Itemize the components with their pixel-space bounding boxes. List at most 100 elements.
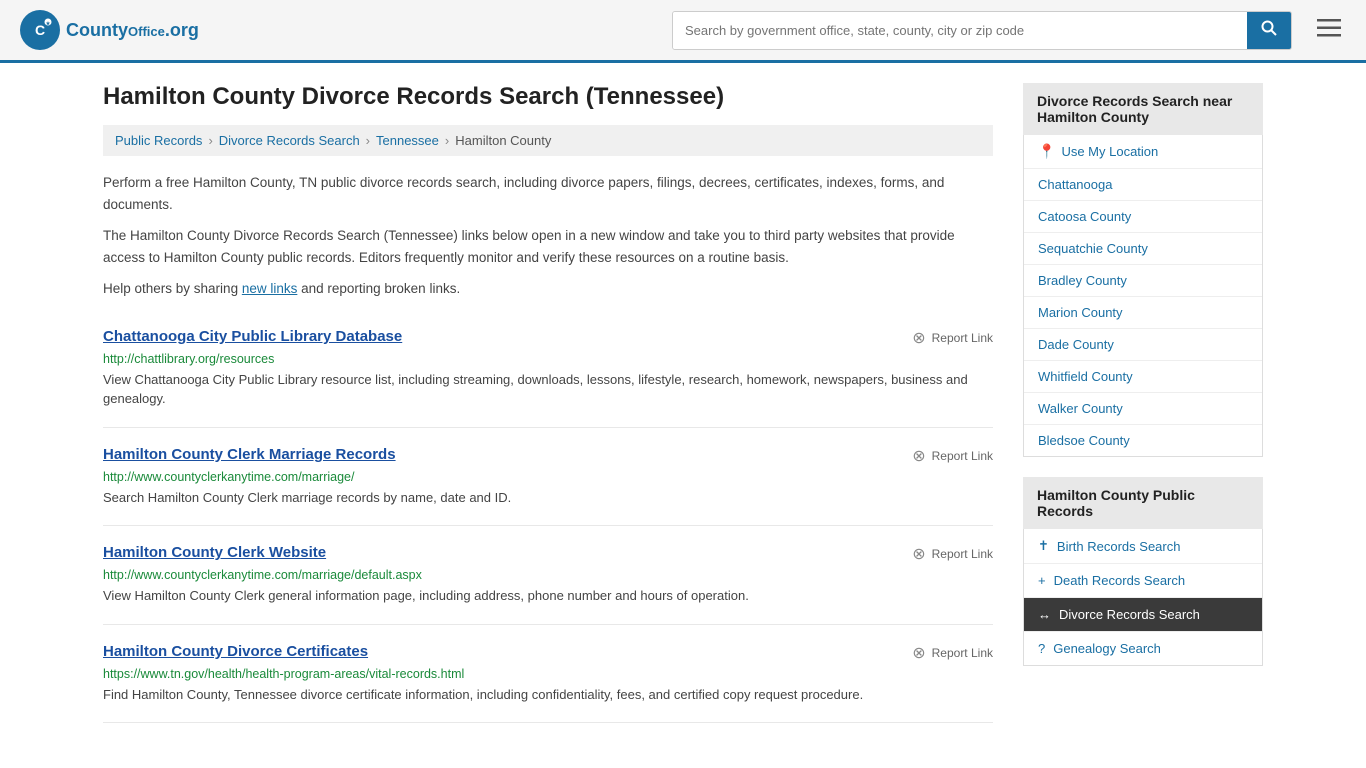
- result-item: Chattanooga City Public Library Database…: [103, 310, 993, 428]
- pr-label-2: Divorce Records Search: [1059, 607, 1200, 622]
- near-item-label: Whitfield County: [1038, 369, 1133, 384]
- near-list-item: 📍Use My Location: [1024, 135, 1262, 169]
- search-bar: [672, 11, 1292, 50]
- near-list-item: Dade County: [1024, 329, 1262, 361]
- main-container: Hamilton County Divorce Records Search (…: [83, 63, 1283, 743]
- near-county-link-8[interactable]: Walker County: [1024, 393, 1262, 424]
- pr-link-2[interactable]: ↔ Divorce Records Search: [1024, 598, 1262, 631]
- breadcrumb-hamilton: Hamilton County: [455, 133, 551, 148]
- report-link-0[interactable]: ⊗ Report Link: [912, 328, 993, 348]
- near-county-link-2[interactable]: Catoosa County: [1024, 201, 1262, 232]
- result-desc-3: Find Hamilton County, Tennessee divorce …: [103, 685, 993, 705]
- near-list-item: Chattanooga: [1024, 169, 1262, 201]
- near-item-label: Bradley County: [1038, 273, 1127, 288]
- report-label-0: Report Link: [932, 331, 993, 345]
- breadcrumb-sep-1: ›: [208, 133, 212, 148]
- near-list-item: Whitfield County: [1024, 361, 1262, 393]
- near-item-label: Dade County: [1038, 337, 1114, 352]
- near-section-title: Divorce Records Search near Hamilton Cou…: [1023, 83, 1263, 135]
- result-desc-1: Search Hamilton County Clerk marriage re…: [103, 488, 993, 508]
- near-item-label: Chattanooga: [1038, 177, 1112, 192]
- use-location-link[interactable]: 📍Use My Location: [1024, 135, 1262, 168]
- result-title-2[interactable]: Hamilton County Clerk Website: [103, 544, 326, 561]
- near-list-item: Sequatchie County: [1024, 233, 1262, 265]
- result-url-2: http://www.countyclerkanytime.com/marria…: [103, 568, 993, 582]
- pr-icon-0: ✝: [1038, 538, 1049, 554]
- near-item-label: Catoosa County: [1038, 209, 1131, 224]
- main-content: Hamilton County Divorce Records Search (…: [103, 83, 993, 723]
- search-input[interactable]: [673, 12, 1247, 49]
- logo[interactable]: C ★ CountyOffice.org: [20, 10, 199, 50]
- near-county-link-3[interactable]: Sequatchie County: [1024, 233, 1262, 264]
- near-list-item: Walker County: [1024, 393, 1262, 425]
- breadcrumb: Public Records › Divorce Records Search …: [103, 125, 993, 156]
- near-item-label: Bledsoe County: [1038, 433, 1130, 448]
- search-button[interactable]: [1247, 12, 1291, 49]
- near-list-item: Marion County: [1024, 297, 1262, 329]
- near-item-label: Marion County: [1038, 305, 1123, 320]
- public-records-item: ✝ Birth Records Search: [1024, 529, 1262, 564]
- near-county-link-1[interactable]: Chattanooga: [1024, 169, 1262, 200]
- breadcrumb-public-records[interactable]: Public Records: [115, 133, 202, 148]
- report-icon-3: ⊗: [912, 643, 925, 663]
- logo-text: CountyOffice.org: [66, 20, 199, 41]
- result-title-1[interactable]: Hamilton County Clerk Marriage Records: [103, 446, 396, 463]
- near-list-item: Bradley County: [1024, 265, 1262, 297]
- pr-link-0[interactable]: ✝ Birth Records Search: [1024, 529, 1262, 563]
- public-records-item: ↔ Divorce Records Search: [1024, 598, 1262, 632]
- breadcrumb-sep-3: ›: [445, 133, 449, 148]
- pr-icon-3: ?: [1038, 641, 1045, 656]
- near-county-link-6[interactable]: Dade County: [1024, 329, 1262, 360]
- pr-icon-1: +: [1038, 573, 1046, 588]
- result-item: Hamilton County Clerk Marriage Records ⊗…: [103, 428, 993, 527]
- result-item: Hamilton County Divorce Certificates ⊗ R…: [103, 625, 993, 724]
- pr-label-1: Death Records Search: [1054, 573, 1186, 588]
- report-label-1: Report Link: [932, 449, 993, 463]
- report-label-3: Report Link: [932, 646, 993, 660]
- result-title-0[interactable]: Chattanooga City Public Library Database: [103, 328, 402, 345]
- result-url-3: https://www.tn.gov/health/health-program…: [103, 667, 993, 681]
- svg-text:★: ★: [46, 21, 51, 27]
- result-item: Hamilton County Clerk Website ⊗ Report L…: [103, 526, 993, 625]
- near-item-label: Walker County: [1038, 401, 1123, 416]
- near-county-link-9[interactable]: Bledsoe County: [1024, 425, 1262, 456]
- result-header-1: Hamilton County Clerk Marriage Records ⊗…: [103, 446, 993, 466]
- hamburger-menu-icon[interactable]: [1312, 12, 1346, 48]
- breadcrumb-sep-2: ›: [366, 133, 370, 148]
- result-header-0: Chattanooga City Public Library Database…: [103, 328, 993, 348]
- near-list: 📍Use My Location Chattanooga Catoosa Count…: [1023, 135, 1263, 457]
- public-records-list: ✝ Birth Records Search + Death Records Sear…: [1023, 529, 1263, 666]
- report-icon-2: ⊗: [912, 544, 925, 564]
- near-county-link-4[interactable]: Bradley County: [1024, 265, 1262, 296]
- result-title-3[interactable]: Hamilton County Divorce Certificates: [103, 643, 368, 660]
- page-title: Hamilton County Divorce Records Search (…: [103, 83, 993, 111]
- desc-p3: Help others by sharing new links and rep…: [103, 278, 993, 300]
- pin-icon: 📍: [1038, 143, 1055, 160]
- header: C ★ CountyOffice.org: [0, 0, 1366, 63]
- sidebar: Divorce Records Search near Hamilton Cou…: [1023, 83, 1263, 723]
- near-county-link-7[interactable]: Whitfield County: [1024, 361, 1262, 392]
- report-link-1[interactable]: ⊗ Report Link: [912, 446, 993, 466]
- public-records-item: + Death Records Search: [1024, 564, 1262, 598]
- near-item-label: Sequatchie County: [1038, 241, 1148, 256]
- logo-icon: C ★: [20, 10, 60, 50]
- report-link-3[interactable]: ⊗ Report Link: [912, 643, 993, 663]
- near-county-link-5[interactable]: Marion County: [1024, 297, 1262, 328]
- result-header-3: Hamilton County Divorce Certificates ⊗ R…: [103, 643, 993, 663]
- result-url-1: http://www.countyclerkanytime.com/marria…: [103, 470, 993, 484]
- report-icon-1: ⊗: [912, 446, 925, 466]
- pr-icon-2: ↔: [1038, 607, 1051, 622]
- public-records-section-title: Hamilton County Public Records: [1023, 477, 1263, 529]
- new-links-link[interactable]: new links: [242, 281, 298, 296]
- near-list-item: Catoosa County: [1024, 201, 1262, 233]
- near-list-item: Bledsoe County: [1024, 425, 1262, 456]
- result-desc-0: View Chattanooga City Public Library res…: [103, 370, 993, 409]
- report-label-2: Report Link: [932, 547, 993, 561]
- pr-link-3[interactable]: ?Genealogy Search: [1024, 632, 1262, 665]
- pr-link-1[interactable]: + Death Records Search: [1024, 564, 1262, 597]
- report-link-2[interactable]: ⊗ Report Link: [912, 544, 993, 564]
- breadcrumb-divorce-records[interactable]: Divorce Records Search: [219, 133, 360, 148]
- breadcrumb-tennessee[interactable]: Tennessee: [376, 133, 439, 148]
- report-icon-0: ⊗: [912, 328, 925, 348]
- pr-label-0: Birth Records Search: [1057, 539, 1181, 554]
